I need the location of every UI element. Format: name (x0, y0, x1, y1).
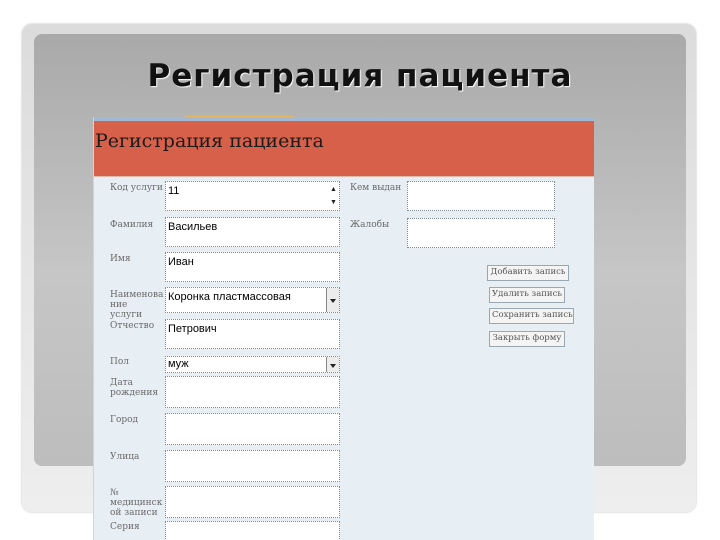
slide-title: Регистрация пациента (147, 58, 573, 94)
patronymic-field[interactable]: Петрович (165, 319, 340, 349)
gender-value: муж (168, 358, 189, 370)
label-birth-date: Дата рождения (110, 378, 159, 398)
medical-record-field[interactable] (165, 486, 340, 518)
last-name-value: Васильев (168, 221, 218, 233)
save-record-button[interactable]: Сохранить запись (489, 308, 574, 324)
label-patronymic: Отчество (110, 321, 155, 331)
service-name-dropdown[interactable]: Коронка пластмассовая (165, 287, 340, 313)
chevron-down-icon[interactable] (326, 357, 339, 372)
issued-by-field[interactable] (407, 181, 555, 211)
header-divider (94, 176, 594, 177)
close-form-button[interactable]: Закрыть форму (489, 331, 565, 347)
first-name-value: Иван (168, 256, 194, 268)
label-city: Город (110, 415, 139, 425)
patient-registration-form: Регистрация пациента Код услуги 11 ▲ ▼ Фа… (93, 117, 594, 540)
service-code-field[interactable]: 11 ▲ ▼ (165, 181, 340, 211)
series-field[interactable] (165, 521, 340, 540)
scroll-arrows-icon[interactable]: ▲ ▼ (329, 183, 338, 210)
label-issued-by: Кем выдан (350, 183, 402, 193)
label-medical-record: № медицинск ой записи (110, 488, 163, 518)
first-name-field[interactable]: Иван (165, 252, 340, 282)
label-service-code: Код услуги (110, 183, 163, 193)
label-complaints: Жалобы (350, 220, 390, 230)
patronymic-value: Петрович (168, 323, 217, 335)
birth-date-field[interactable] (165, 376, 340, 408)
service-code-value: 11 (168, 185, 180, 197)
last-name-field[interactable]: Васильев (165, 217, 340, 247)
label-gender: Пол (110, 357, 129, 367)
street-field[interactable] (165, 450, 340, 482)
complaints-field[interactable] (407, 218, 555, 248)
form-header: Регистрация пациента (94, 121, 594, 176)
add-record-button[interactable]: Добавить запись (487, 265, 569, 281)
form-title: Регистрация пациента (95, 130, 324, 152)
label-street: Улица (110, 452, 140, 462)
label-service-name: Наименова ние услуги (110, 290, 164, 320)
label-last-name: Фамилия (110, 220, 154, 230)
gender-dropdown[interactable]: муж (165, 356, 340, 373)
delete-record-button[interactable]: Удалить запись (489, 287, 565, 303)
service-name-value: Коронка пластмассовая (168, 291, 291, 303)
label-first-name: Имя (110, 254, 131, 264)
label-series: Серия (110, 522, 140, 532)
chevron-down-icon[interactable] (326, 288, 339, 312)
city-field[interactable] (165, 413, 340, 445)
